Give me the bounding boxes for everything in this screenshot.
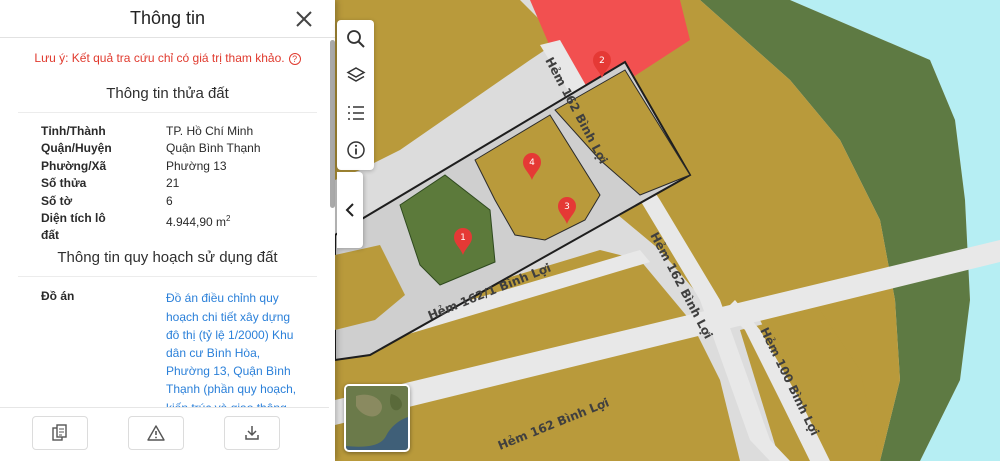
info-label: Tỉnh/Thành	[41, 124, 106, 138]
marker-3-label: 3	[564, 202, 570, 212]
chevron-left-icon	[345, 203, 354, 217]
info-button[interactable]	[337, 131, 374, 168]
basemap-toggle-thumbnail[interactable]	[344, 384, 410, 452]
marker-2-label: 2	[599, 56, 605, 66]
map-toolbar	[337, 20, 374, 170]
list-icon	[347, 105, 364, 120]
list-button[interactable]	[337, 94, 374, 131]
info-row-area: Diện tích lô đất 4.944,90 m2	[0, 210, 335, 242]
info-value: Phường 13	[166, 158, 227, 173]
scrollbar-thumb[interactable]	[330, 40, 335, 208]
info-label: Phường/Xã	[41, 158, 107, 173]
warning-icon	[147, 425, 165, 441]
download-icon	[245, 426, 259, 440]
info-panel: Thông tin Lưu ý: Kết quả tra cứu chỉ có …	[0, 0, 335, 461]
help-icon[interactable]: ?	[288, 52, 301, 65]
search-icon	[346, 29, 365, 48]
collapse-panel-button[interactable]	[337, 172, 363, 248]
notice-message: Lưu ý: Kết quả tra cứu chỉ có giá trị th…	[34, 51, 285, 65]
panel-footer	[0, 407, 329, 461]
download-button[interactable]	[224, 416, 280, 450]
panel-header: Thông tin	[0, 0, 335, 38]
info-row-ward: Phường/Xã Phường 13	[0, 158, 335, 175]
info-row-parcel-number: Số thửa 21	[0, 175, 335, 192]
copy-button[interactable]	[32, 416, 88, 450]
search-button[interactable]	[337, 20, 374, 57]
info-value: 6	[166, 193, 173, 208]
info-label: Diện tích lô đất	[41, 210, 106, 242]
layers-icon	[345, 66, 366, 82]
copy-icon	[52, 424, 67, 441]
info-label: Quận/Huyện	[41, 141, 112, 156]
info-label: Số thửa	[41, 176, 87, 191]
info-value-area: 4.944,90 m2	[126, 210, 231, 229]
info-label: Số tờ	[41, 193, 73, 208]
info-row-province: Tỉnh/Thành TP. Hồ Chí Minh	[0, 123, 335, 140]
report-button[interactable]	[128, 416, 184, 450]
area-unit-exponent: 2	[226, 213, 231, 223]
section-divider	[18, 276, 317, 278]
marker-4-label: 4	[529, 158, 535, 168]
info-icon	[346, 140, 365, 159]
info-value: Quận Bình Thạnh	[166, 141, 261, 156]
parcel-info-table: Tỉnh/Thành TP. Hồ Chí Minh Quận/Huyện Qu…	[0, 123, 335, 242]
satellite-thumbnail	[346, 386, 408, 450]
info-value: 21	[166, 176, 180, 191]
info-row-district: Quận/Huyện Quận Bình Thạnh	[0, 140, 335, 157]
close-icon	[296, 11, 312, 27]
close-button[interactable]	[293, 8, 315, 30]
notice-text: Lưu ý: Kết quả tra cứu chỉ có giá trị th…	[0, 51, 335, 65]
panel-title: Thông tin	[129, 8, 206, 28]
info-value: TP. Hồ Chí Minh	[166, 124, 254, 138]
layers-button[interactable]	[337, 57, 374, 94]
section-divider	[18, 112, 317, 113]
marker-1-label: 1	[460, 233, 466, 243]
area-value: 4.944,90 m	[166, 214, 227, 229]
planning-section-title: Thông tin quy hoạch sử dụng đất	[57, 249, 278, 267]
info-row-sheet-number: Số tờ 6	[0, 193, 335, 210]
parcel-section-title: Thông tin thửa đất	[106, 85, 229, 102]
